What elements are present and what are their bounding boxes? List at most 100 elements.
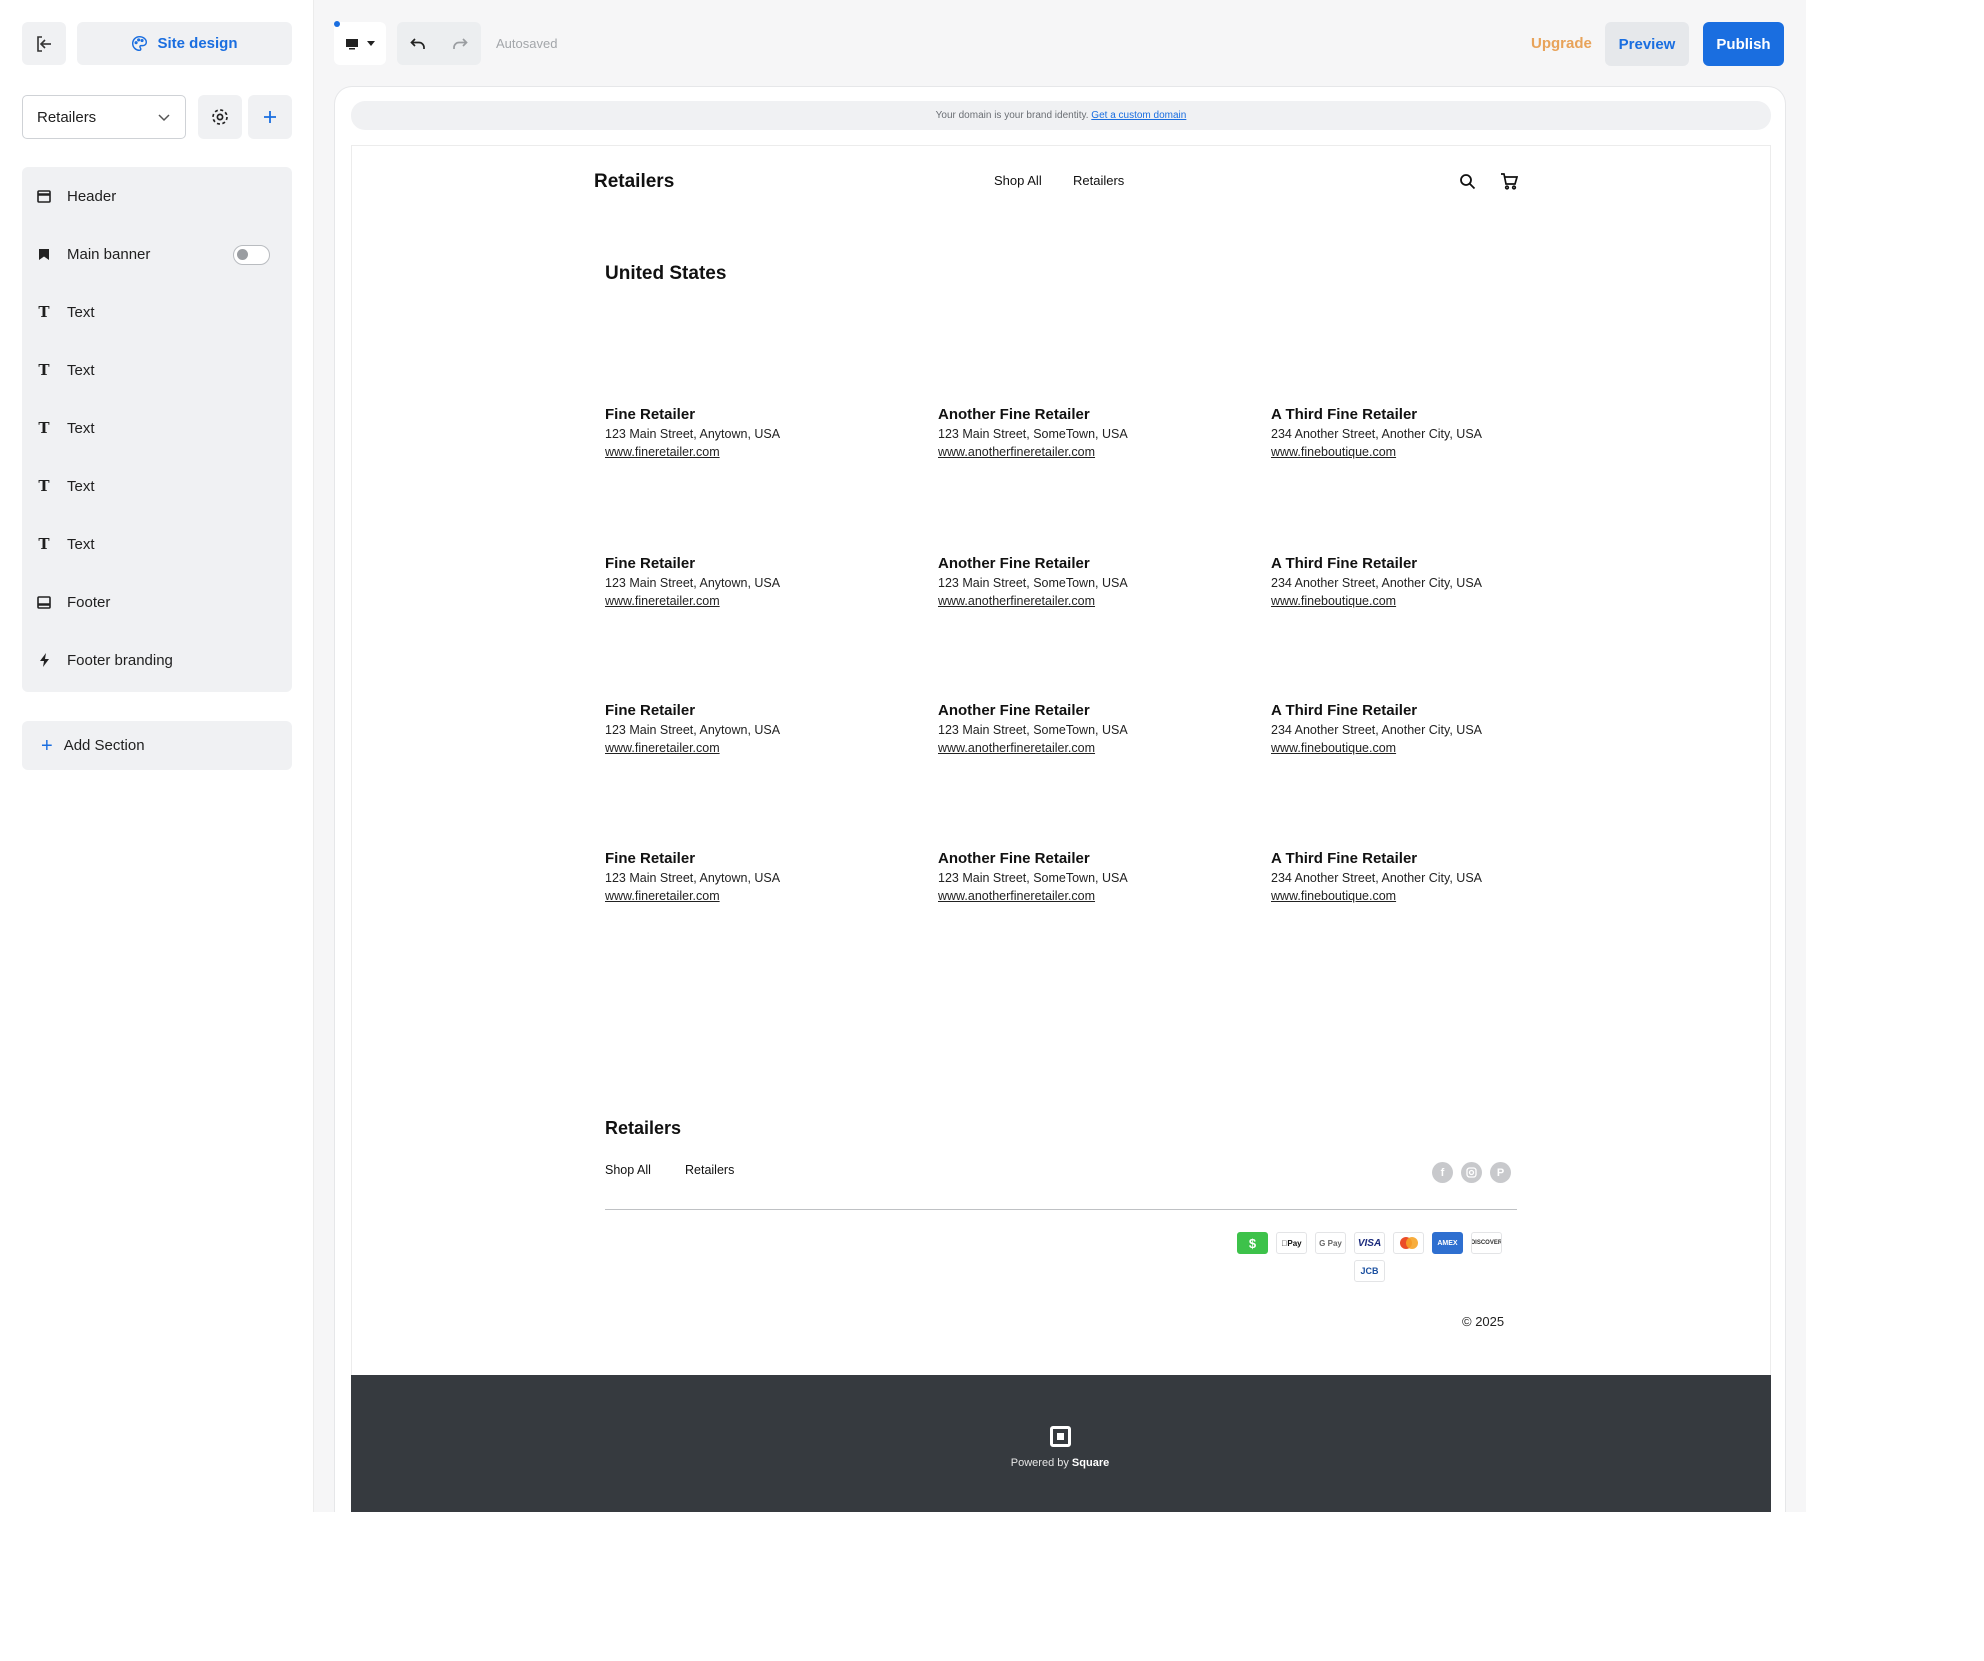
retailer-address: 123 Main Street, Anytown, USA [605, 427, 781, 441]
google-pay-icon: G Pay [1315, 1232, 1346, 1254]
nav-link-shop-all[interactable]: Shop All [994, 173, 1042, 188]
section-item-text[interactable]: T Text [22, 466, 292, 506]
retailer-url-link[interactable]: www.fineretailer.com [605, 739, 925, 758]
section-item-text[interactable]: T Text [22, 408, 292, 448]
redo-icon[interactable] [452, 37, 468, 51]
retailer-url-link[interactable]: www.fineboutique.com [1271, 739, 1591, 758]
retailer-address: 234 Another Street, Another City, USA [1271, 576, 1482, 590]
retailer-address: 234 Another Street, Another City, USA [1271, 427, 1482, 441]
facebook-icon[interactable]: f [1432, 1162, 1453, 1183]
section-item-footer-branding[interactable]: Footer branding [22, 640, 292, 680]
retailer-url-link[interactable]: www.anotherfineretailer.com [938, 443, 1258, 462]
retailer-address: 123 Main Street, SomeTown, USA [938, 576, 1128, 590]
undo-icon[interactable] [410, 37, 426, 51]
section-item-label: Main banner [67, 245, 151, 263]
country-heading: United States [605, 263, 727, 284]
autosave-status: Autosaved [496, 36, 558, 51]
retailer-address: 123 Main Street, SomeTown, USA [938, 723, 1128, 737]
text-icon: T [38, 303, 50, 321]
cart-icon[interactable] [1498, 170, 1520, 192]
retailer-url-link[interactable]: www.fineboutique.com [1271, 443, 1591, 462]
page-select[interactable]: Retailers [22, 95, 186, 139]
custom-domain-link[interactable]: Get a custom domain [1091, 110, 1186, 121]
preview-button[interactable]: Preview [1605, 22, 1689, 66]
retailer-name: Fine Retailer [605, 555, 696, 572]
retailer-card: A Third Fine Retailer 234 Another Street,… [1271, 405, 1591, 462]
retailer-card: Another Fine Retailer 123 Main Street, So… [938, 701, 1258, 758]
site-design-label: Site design [157, 35, 238, 52]
section-item-text[interactable]: T Text [22, 350, 292, 390]
publish-button[interactable]: Publish [1703, 22, 1784, 66]
retailer-card: Another Fine Retailer 123 Main Street, So… [938, 405, 1258, 462]
add-section-label: Add Section [63, 737, 145, 754]
square-brand-label[interactable]: Square [1072, 1457, 1109, 1469]
retailer-url-link[interactable]: www.fineretailer.com [605, 887, 925, 906]
retailer-url-link[interactable]: www.fineboutique.com [1271, 592, 1591, 611]
bolt-icon [36, 652, 52, 668]
retailer-url-link[interactable]: www.fineboutique.com [1271, 887, 1591, 906]
retailer-url-link[interactable]: www.anotherfineretailer.com [938, 592, 1258, 611]
powered-by-label: Powered by [1010, 1457, 1069, 1469]
retailer-address: 123 Main Street, Anytown, USA [605, 871, 781, 885]
retailer-name: Fine Retailer [605, 850, 696, 867]
site-design-button[interactable]: Site design [77, 22, 292, 65]
add-page-button[interactable] [248, 95, 292, 139]
retailer-url-link[interactable]: www.fineretailer.com [605, 443, 925, 462]
retailer-card: Fine Retailer 123 Main Street, Anytown, U… [605, 405, 925, 462]
section-item-footer[interactable]: Footer [22, 582, 292, 622]
text-icon: T [38, 477, 50, 495]
retailer-name: A Third Fine Retailer [1271, 406, 1418, 423]
retailer-url-link[interactable]: www.anotherfineretailer.com [938, 887, 1258, 906]
text-icon: T [38, 535, 50, 553]
retailer-name: Another Fine Retailer [938, 850, 1090, 867]
section-item-label: Header [67, 187, 117, 205]
retailer-name: A Third Fine Retailer [1271, 555, 1418, 572]
retailer-address: 123 Main Street, SomeTown, USA [938, 871, 1128, 885]
retailer-url-link[interactable]: www.anotherfineretailer.com [938, 739, 1258, 758]
exit-icon [37, 35, 51, 52]
retailer-name: Another Fine Retailer [938, 555, 1090, 572]
visa-icon: VISA [1354, 1232, 1385, 1254]
exit-editor-button[interactable] [22, 22, 66, 65]
add-section-button[interactable]: + Add Section [22, 721, 292, 770]
section-item-text[interactable]: T Text [22, 524, 292, 564]
section-item-main-banner[interactable]: Main banner [22, 234, 292, 274]
pinterest-icon[interactable]: P [1490, 1162, 1511, 1183]
section-item-label: Footer branding [67, 651, 173, 669]
footer-link-retailers[interactable]: Retailers [685, 1163, 734, 1177]
retailer-url-link[interactable]: www.fineretailer.com [605, 592, 925, 611]
search-icon[interactable] [1456, 170, 1478, 192]
retailer-address: 234 Another Street, Another City, USA [1271, 723, 1482, 737]
upgrade-link[interactable]: Upgrade [1531, 35, 1592, 52]
text-icon: T [38, 419, 50, 437]
plus-icon: + [41, 734, 53, 757]
page-select-value: Retailers [37, 108, 97, 126]
retailer-name: Another Fine Retailer [938, 406, 1090, 423]
caret-down-icon [367, 40, 375, 46]
nav-link-retailers[interactable]: Retailers [1073, 173, 1124, 188]
section-item-label: Text [67, 303, 95, 321]
plus-icon [264, 111, 276, 123]
section-item-text[interactable]: T Text [22, 292, 292, 332]
device-toggle-button[interactable] [334, 22, 386, 65]
instagram-icon[interactable] [1461, 1162, 1482, 1183]
footer-link-shop-all[interactable]: Shop All [605, 1163, 651, 1177]
retailer-name: A Third Fine Retailer [1271, 850, 1418, 867]
header-icon [36, 188, 52, 204]
gear-icon [212, 109, 228, 125]
retailer-card: Another Fine Retailer 123 Main Street, So… [938, 554, 1258, 611]
mastercard-icon [1393, 1232, 1424, 1254]
main-banner-toggle[interactable] [233, 245, 270, 265]
jcb-icon: JCB [1354, 1260, 1385, 1282]
retailer-card: A Third Fine Retailer 234 Another Street,… [1271, 701, 1591, 758]
site-logo[interactable]: Retailers [594, 171, 674, 193]
retailer-card: Fine Retailer 123 Main Street, Anytown, U… [605, 849, 925, 906]
amex-icon: AMEX [1432, 1232, 1463, 1254]
page-settings-button[interactable] [198, 95, 242, 139]
retailer-address: 123 Main Street, SomeTown, USA [938, 427, 1128, 441]
history-controls [397, 22, 481, 65]
section-item-header[interactable]: Header [22, 176, 292, 216]
text-icon: T [38, 361, 50, 379]
discover-icon: DISCOVER [1471, 1232, 1502, 1254]
apple-pay-icon: Pay [1276, 1232, 1307, 1254]
